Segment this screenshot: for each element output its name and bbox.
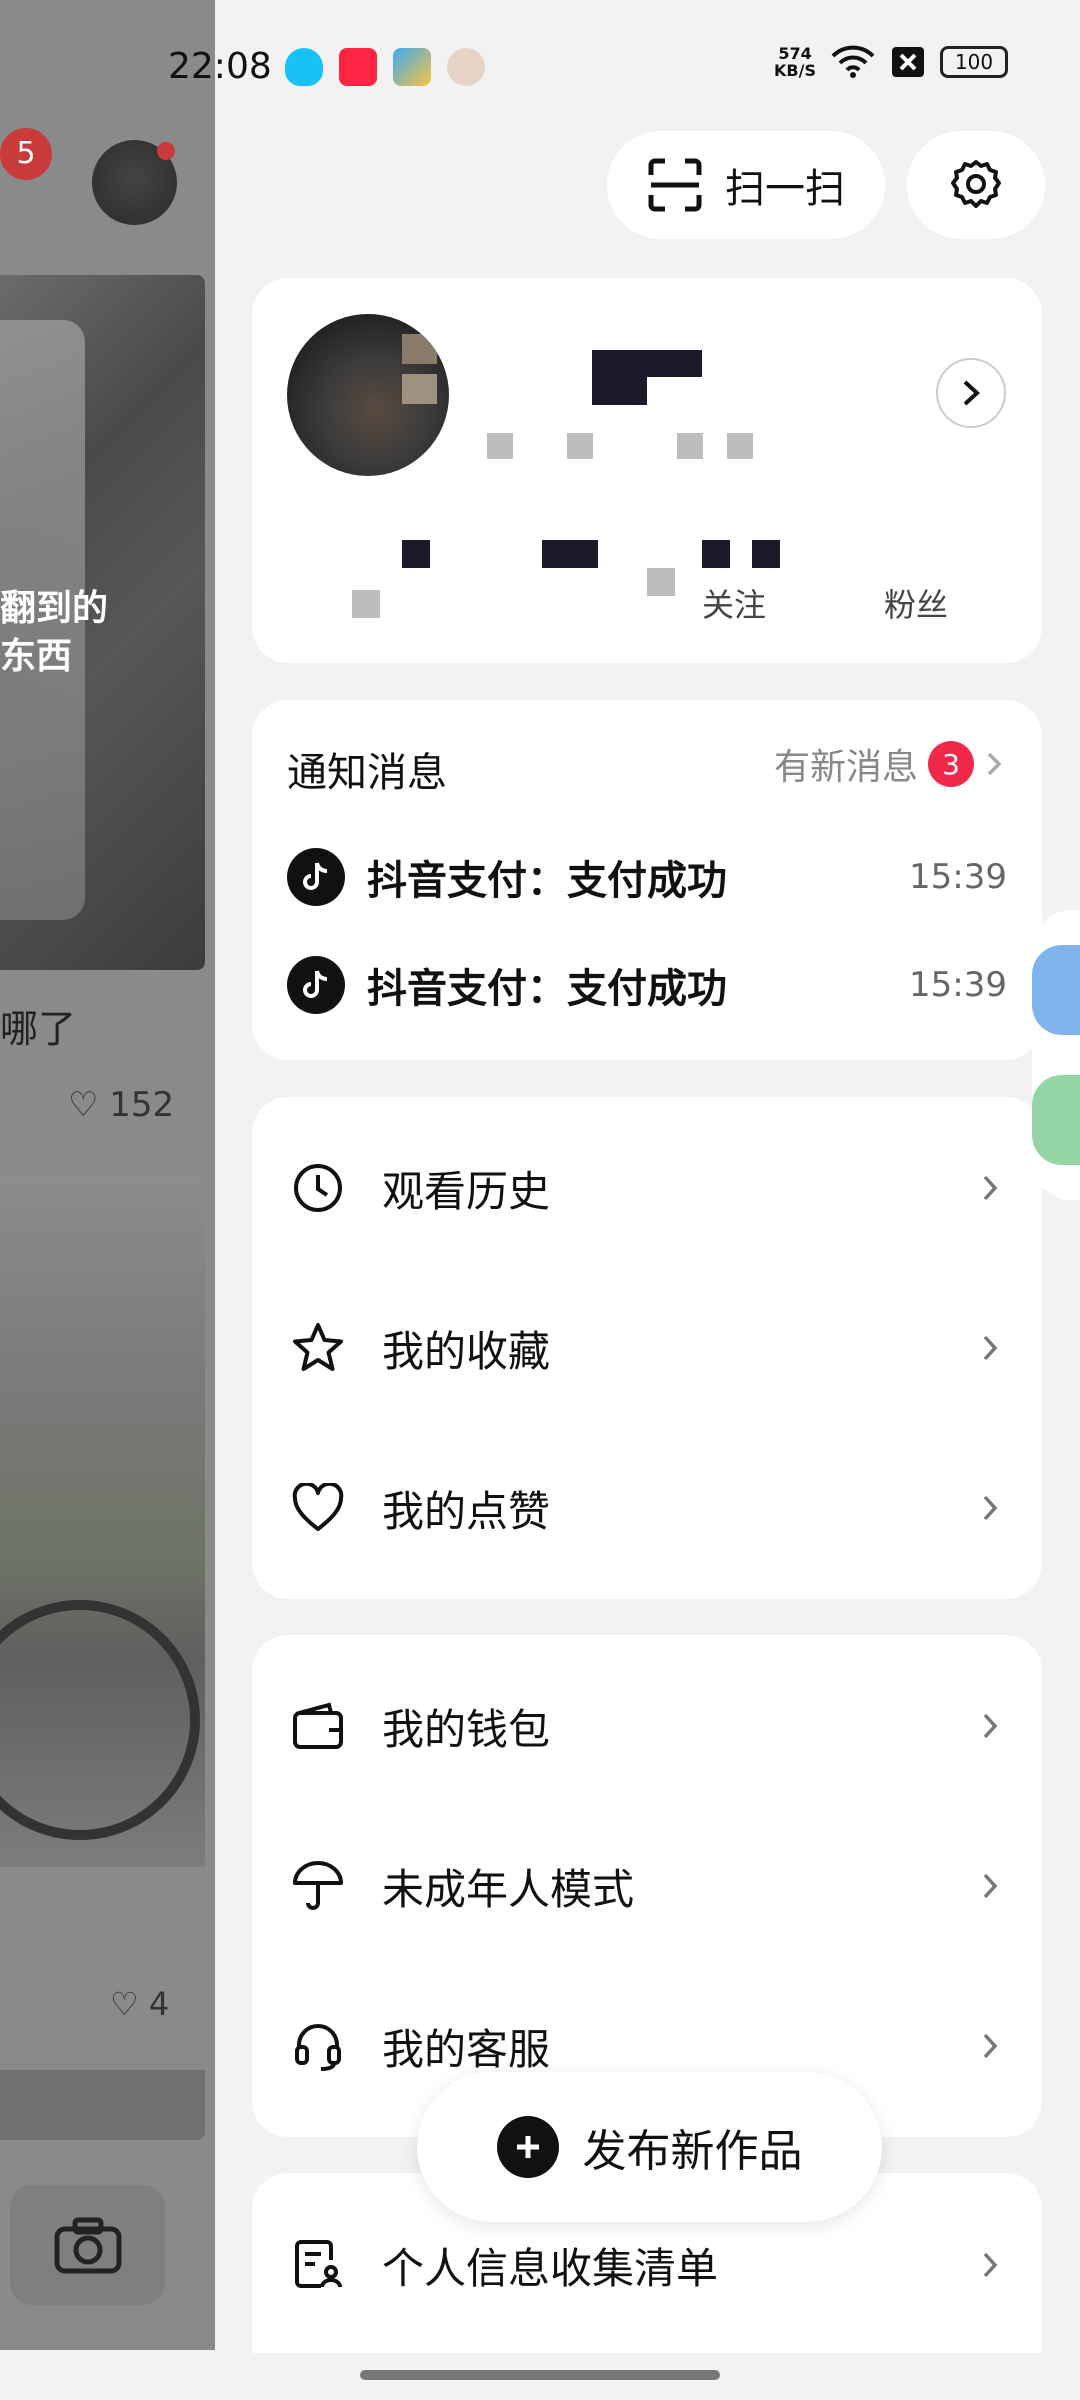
stat-fans-label[interactable]: 粉丝 [884, 580, 948, 626]
feed-media-thumbnail [0, 2070, 205, 2140]
unread-badge: 5 [0, 128, 52, 180]
new-messages-label: 有新消息 [773, 747, 918, 788]
publish-label: 发布新作品 [582, 2126, 803, 2177]
scan-button[interactable]: 扫一扫 [607, 131, 885, 239]
feed-avatar [92, 140, 177, 225]
redacted-stat [542, 540, 598, 568]
notification-time: 15:39 [909, 857, 1007, 897]
douyin-icon [287, 848, 345, 906]
background-feed-overlay[interactable]: 5 翻到的 东西 哪了 ♡ 152 ♡ 4 [0, 0, 215, 2350]
home-indicator[interactable] [360, 2370, 720, 2380]
notification-title: 通知消息 [287, 750, 447, 796]
assistant-bubble-green[interactable] [1032, 1075, 1080, 1165]
chevron-right-icon [960, 1332, 1020, 1364]
gear-icon [951, 160, 1001, 208]
chevron-right-icon [963, 380, 980, 406]
notification-time: 15:39 [909, 965, 1007, 1005]
chevron-right-icon [960, 1172, 1020, 1204]
menu-item-wallet[interactable]: 我的钱包 [252, 1646, 1042, 1806]
chevron-right-icon [960, 1492, 1020, 1524]
notification-item[interactable]: 抖音支付：支付成功 15:39 [287, 953, 1007, 1017]
feed-like-count: ♡ 4 [110, 1985, 170, 2023]
notification-text: 抖音支付：支付成功 [367, 858, 727, 904]
publish-button[interactable]: 发布新作品 [417, 2072, 882, 2222]
avatar-mosaic [402, 334, 437, 364]
menu-item-likes[interactable]: 我的点赞 [252, 1428, 1042, 1588]
camera-icon [54, 2217, 121, 2274]
redacted-id [567, 433, 593, 459]
floating-assistant-bubbles[interactable] [1032, 910, 1080, 1200]
heart-icon [290, 1480, 346, 1536]
scan-label: 扫一扫 [725, 166, 845, 212]
chevron-right-icon [987, 752, 1002, 776]
menu-item-label: 观看历史 [382, 1166, 551, 1216]
redacted-stat-label [647, 568, 675, 596]
document-user-icon [290, 2237, 346, 2293]
redacted-username [592, 350, 647, 405]
notification-badge: 3 [928, 741, 974, 787]
redacted-id [487, 433, 513, 459]
clock-icon [290, 1160, 346, 1216]
profile-detail-button[interactable] [936, 358, 1006, 428]
star-icon [290, 1320, 346, 1376]
settings-button[interactable] [907, 131, 1045, 239]
plus-icon [496, 2116, 559, 2178]
chevron-right-icon [960, 1870, 1020, 1902]
notification-item[interactable]: 抖音支付：支付成功 15:39 [287, 845, 1007, 909]
redacted-username [647, 350, 702, 377]
redacted-stat-label [352, 590, 380, 618]
camera-button[interactable] [10, 2185, 165, 2305]
redacted-stat [702, 540, 730, 568]
menu-group-account: 我的钱包 未成年人模式 我的客服 [252, 1635, 1042, 2137]
side-drawer: 扫一扫 关注 粉丝 通知消息 有新消息 3 抖音支付：支付成功 15:39 抖音… [215, 0, 1080, 2400]
headset-icon [290, 2018, 346, 2074]
menu-item-minor-mode[interactable]: 未成年人模式 [252, 1806, 1042, 1966]
chevron-right-icon [960, 2249, 1020, 2281]
redacted-id [677, 433, 703, 459]
menu-group-activity: 观看历史 我的收藏 我的点赞 [252, 1097, 1042, 1599]
heart-outline-icon: ♡ [110, 1985, 139, 2023]
new-messages-link[interactable]: 有新消息 3 [774, 738, 1004, 790]
menu-item-label: 我的点赞 [382, 1486, 551, 1536]
feed-like-count: ♡ 152 [68, 1085, 175, 1125]
chevron-right-icon [960, 1710, 1020, 1742]
redacted-id [727, 433, 753, 459]
notification-text: 抖音支付：支付成功 [367, 966, 727, 1012]
profile-card[interactable]: 关注 粉丝 [252, 278, 1042, 663]
menu-item-label: 我的收藏 [382, 1326, 551, 1376]
redacted-stat [752, 540, 780, 568]
menu-item-label: 个人信息收集清单 [382, 2243, 719, 2293]
chevron-right-icon [960, 2030, 1020, 2062]
scan-icon [648, 158, 702, 212]
menu-item-label: 未成年人模式 [382, 1864, 635, 1914]
notification-card[interactable]: 通知消息 有新消息 3 抖音支付：支付成功 15:39 抖音支付：支付成功 15… [252, 700, 1042, 1060]
redacted-stat [402, 540, 430, 568]
menu-item-label: 我的钱包 [382, 1704, 551, 1754]
umbrella-icon [290, 1858, 346, 1914]
avatar-mosaic [402, 374, 437, 404]
wallet-icon [290, 1698, 346, 1754]
menu-item-favorites[interactable]: 我的收藏 [252, 1268, 1042, 1428]
assistant-bubble-blue[interactable] [1032, 945, 1080, 1035]
stat-following-label[interactable]: 关注 [702, 580, 766, 626]
menu-item-label: 我的客服 [382, 2024, 551, 2074]
douyin-icon [287, 956, 345, 1014]
profile-avatar[interactable] [287, 314, 449, 476]
feed-caption: 哪了 [0, 1007, 77, 1051]
feed-media-overlay-text: 翻到的 东西 [0, 588, 109, 677]
heart-outline-icon: ♡ [68, 1085, 99, 1125]
menu-item-watch-history[interactable]: 观看历史 [252, 1108, 1042, 1268]
